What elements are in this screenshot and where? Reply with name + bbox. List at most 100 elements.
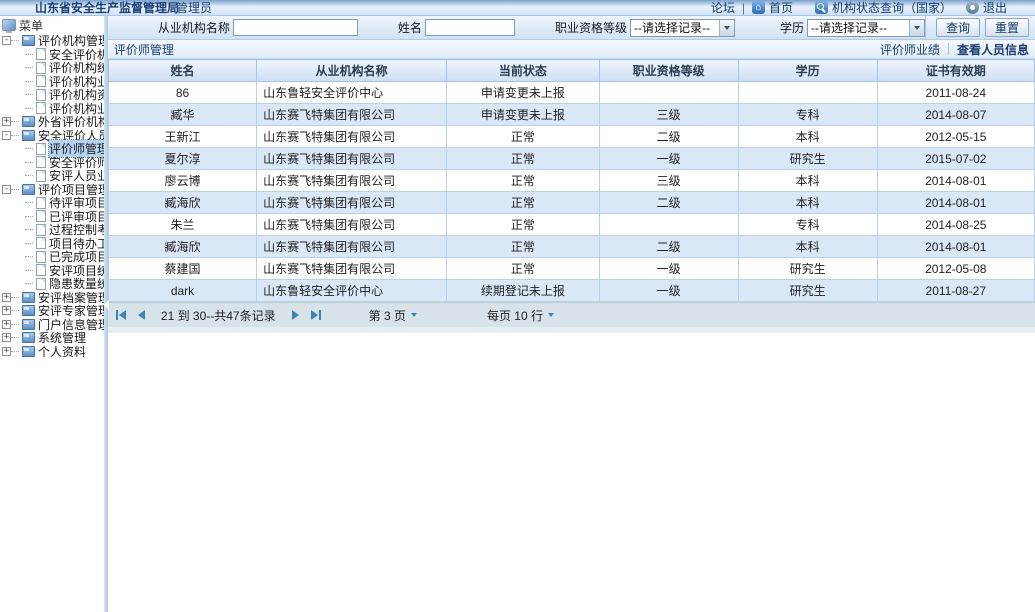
content-header: 评价师管理 评价师业绩 查看人员信息 <box>108 40 1035 59</box>
tree-connector <box>25 81 33 82</box>
folder-icon <box>22 346 35 357</box>
expander-icon[interactable]: + <box>2 320 11 329</box>
expander-icon[interactable]: + <box>2 347 11 356</box>
table-cell: 2014-08-01 <box>877 236 1034 258</box>
table-cell: 申请变更未上报 <box>446 104 599 126</box>
tree-connector <box>25 243 33 244</box>
sidebar-item-24[interactable]: + 个人资料 <box>2 345 104 359</box>
page-select-value: 第 3 页 <box>369 307 406 324</box>
logout-link[interactable]: 退出 <box>983 0 1007 16</box>
tree-connector <box>25 175 33 176</box>
page-icon <box>36 210 46 222</box>
tree-connector <box>11 40 19 41</box>
qual-level-value: --请选择记录-- <box>634 19 710 36</box>
folder-icon <box>22 332 35 343</box>
expander-icon[interactable]: + <box>2 333 11 342</box>
records-range-label: 21 到 30--共47条记录 <box>161 307 276 324</box>
chevron-down-icon[interactable] <box>548 313 554 317</box>
home-icon <box>752 1 765 14</box>
table-row[interactable]: 廖云博山东赛飞特集团有限公司正常三级本科2014-08-01 <box>108 170 1034 192</box>
table-row[interactable]: 蔡建国山东赛飞特集团有限公司正常一级研究生2012-05-08 <box>108 258 1034 280</box>
table-cell: 二级 <box>599 236 738 258</box>
first-page-button[interactable] <box>116 310 126 320</box>
table-row[interactable]: dark山东鲁轻安全评价中心续期登记未上报一级研究生2011-08-27 <box>108 280 1034 302</box>
org-status-query-link[interactable]: 机构状态查询（国家） <box>832 0 952 16</box>
table-cell: 山东赛飞特集团有限公司 <box>257 258 447 280</box>
table-row[interactable]: 臧华山东赛飞特集团有限公司申请变更未上报三级专科2014-08-07 <box>108 104 1034 126</box>
education-label: 学历 <box>780 19 804 36</box>
column-header: 证书有效期 <box>877 60 1034 82</box>
forum-link[interactable]: 论坛 <box>711 0 735 16</box>
expander-icon[interactable]: - <box>2 185 11 194</box>
page-icon <box>36 89 46 101</box>
tree-connector <box>25 108 33 109</box>
expander-icon[interactable]: + <box>2 293 11 302</box>
org-name-label: 从业机构名称 <box>158 19 230 36</box>
table-cell <box>599 82 738 104</box>
folder-icon <box>22 305 35 316</box>
page-icon <box>36 224 46 236</box>
evaluator-performance-link[interactable]: 评价师业绩 <box>880 41 940 58</box>
expander-icon[interactable]: + <box>2 306 11 315</box>
table-cell: 申请变更未上报 <box>446 82 599 104</box>
table-cell: 2014-08-01 <box>877 170 1034 192</box>
page-icon <box>36 237 46 249</box>
tree-connector <box>25 162 33 163</box>
table-cell: 山东赛飞特集团有限公司 <box>257 192 447 214</box>
page-icon <box>36 62 46 74</box>
next-page-button[interactable] <box>292 310 299 320</box>
qual-level-select[interactable]: --请选择记录-- <box>630 19 735 37</box>
table-cell: 臧华 <box>108 104 256 126</box>
org-name-input[interactable] <box>233 19 358 36</box>
divider <box>948 43 949 55</box>
expander-icon[interactable]: - <box>2 131 11 140</box>
sidebar-tree: - 评价机构管理 安全评价机构库 评价机构统计 评价机构业绩统计 评价机构资质等… <box>0 34 104 358</box>
table-row[interactable]: 86山东鲁轻安全评价中心申请变更未上报2011-08-24 <box>108 82 1034 104</box>
query-button[interactable]: 查询 <box>936 18 980 37</box>
expander-icon[interactable]: - <box>2 36 11 45</box>
user-menu-label[interactable]: 管理员 <box>176 0 212 16</box>
chevron-down-icon[interactable] <box>909 20 924 36</box>
last-page-button[interactable] <box>311 310 321 320</box>
collapse-arrow-icon[interactable] <box>104 300 109 310</box>
table-cell: 朱兰 <box>108 214 256 236</box>
table-row[interactable]: 臧海欣山东赛飞特集团有限公司正常二级本科2014-08-01 <box>108 192 1034 214</box>
tree-connector <box>25 216 33 217</box>
chevron-down-icon[interactable] <box>719 20 734 36</box>
table-cell: 研究生 <box>738 280 877 302</box>
app-title: 山东省安全生产监督管理局 <box>35 0 179 16</box>
page-select[interactable]: 第 3 页 <box>369 307 417 324</box>
table-row[interactable]: 王新江山东赛飞特集团有限公司正常二级本科2012-05-15 <box>108 126 1034 148</box>
table-cell: 蔡建国 <box>108 258 256 280</box>
page-size-select[interactable]: 每页 10 行 <box>487 307 554 324</box>
table-cell: 正常 <box>446 192 599 214</box>
table-cell: 研究生 <box>738 148 877 170</box>
table-cell: 专科 <box>738 104 877 126</box>
sidebar-splitter[interactable] <box>104 16 108 612</box>
table-cell: 一级 <box>599 148 738 170</box>
reset-button[interactable]: 重置 <box>985 18 1029 37</box>
view-person-info-link[interactable]: 查看人员信息 <box>957 41 1029 58</box>
page-icon <box>36 197 46 209</box>
tree-connector <box>25 54 33 55</box>
table-cell: 王新江 <box>108 126 256 148</box>
tree-connector <box>11 351 19 352</box>
person-name-input[interactable] <box>425 19 515 36</box>
table-row[interactable]: 朱兰山东赛飞特集团有限公司正常专科2014-08-25 <box>108 214 1034 236</box>
search-buttons: 查询 重置 <box>925 16 1029 39</box>
table-cell: 三级 <box>599 104 738 126</box>
table-row[interactable]: 夏尔淳山东赛飞特集团有限公司正常一级研究生2015-07-02 <box>108 148 1034 170</box>
table-cell: 续期登记未上报 <box>446 280 599 302</box>
education-value: --请选择记录-- <box>811 19 887 36</box>
table-cell: 山东鲁轻安全评价中心 <box>257 280 447 302</box>
prev-page-button[interactable] <box>138 310 145 320</box>
tree-connector <box>11 337 19 338</box>
education-select[interactable]: --请选择记录-- <box>807 19 925 37</box>
chevron-down-icon[interactable] <box>411 313 417 317</box>
table-row[interactable]: 臧海欣山东赛飞特集团有限公司正常二级本科2014-08-01 <box>108 236 1034 258</box>
table-cell: 一级 <box>599 280 738 302</box>
table-cell: 夏尔淳 <box>108 148 256 170</box>
page-icon <box>36 75 46 87</box>
home-link[interactable]: 首页 <box>769 0 793 16</box>
expander-icon[interactable]: + <box>2 117 11 126</box>
